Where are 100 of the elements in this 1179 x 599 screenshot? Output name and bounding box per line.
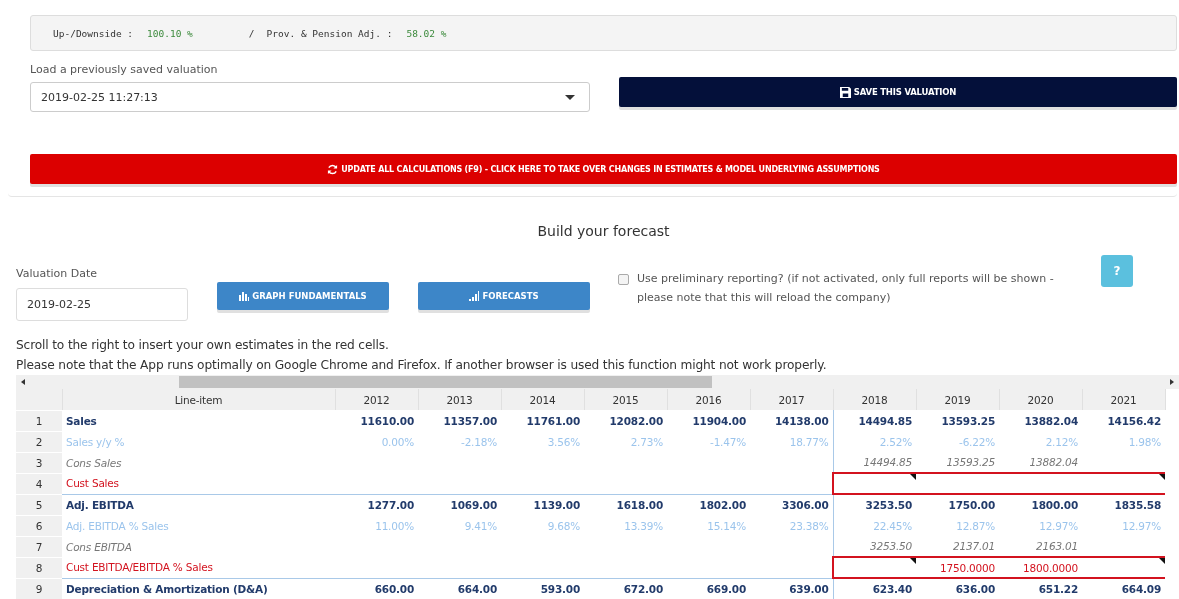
input-cell[interactable] <box>1082 557 1165 578</box>
column-header: 2013 <box>418 389 501 410</box>
table-cell-text: 1.98% <box>1127 434 1162 450</box>
table-cell: 22.45% <box>833 515 916 536</box>
table-cell-text: 12.97% <box>1038 518 1079 534</box>
valuation-dropdown[interactable]: 2019-02-25 11:27:13 <box>30 82 590 112</box>
summary-value: 58.02 % <box>406 27 447 39</box>
row-number: 4 <box>16 473 62 494</box>
horizontal-scrollbar[interactable] <box>16 375 1179 389</box>
update-button[interactable]: UPDATE ALL CALCULATIONS (F9) - CLICK HERE TO TAKE OVER CHANGES IN ESTIMATES & MODEL UNDERLYING ASSUMPTIONS <box>30 154 1177 184</box>
table-cell: 623.40 <box>833 578 916 599</box>
table-cell: 651.22 <box>999 578 1082 599</box>
table-cell: 13593.25 <box>916 410 999 431</box>
table-cell: 1802.00 <box>667 494 750 515</box>
table-cell-text: 12.87% <box>955 518 996 534</box>
row-number: 7 <box>16 536 62 557</box>
row-number: 1 <box>16 410 62 431</box>
input-cell[interactable] <box>833 557 916 578</box>
column-header: 2021 <box>1082 389 1165 410</box>
input-cell[interactable] <box>999 473 1082 494</box>
bar-chart-icon <box>239 291 250 301</box>
column-header: 2017 <box>750 389 833 410</box>
column-header: 2018 <box>833 389 916 410</box>
column-header: 2020 <box>999 389 1082 410</box>
table-cell: 14156.42 <box>1082 410 1165 431</box>
row-number: 3 <box>16 452 62 473</box>
table-cell: 3253.50 <box>833 494 916 515</box>
instruction-text: Please note that the App runs optimally on Google Chrome and Firefox. If another browser is used this function might not work properly. <box>15 357 828 374</box>
table-cell[interactable]: 1750.0000 <box>916 557 999 578</box>
line-item-cell: Cons EBITDA <box>62 536 335 557</box>
separator-text: / <box>248 27 255 39</box>
table-cell: 14138.00 <box>750 410 833 431</box>
table-cell: 1800.00 <box>999 494 1082 515</box>
forecasts-button[interactable]: FORECASTS <box>418 282 590 310</box>
table-cell: 11610.00 <box>335 410 418 431</box>
date-field[interactable]: 2019-02-25 <box>16 288 188 321</box>
table-cell-text: -6.22% <box>958 434 996 450</box>
table-cell: 672.00 <box>584 578 667 599</box>
table-cell[interactable]: 1800.0000 <box>999 557 1082 578</box>
table-cell: 636.00 <box>916 578 999 599</box>
table-cell: 660.00 <box>335 578 418 599</box>
column-header: 2014 <box>501 389 584 410</box>
table-cell-text: 9.68% <box>546 518 581 534</box>
checkbox-label: Use preliminary reporting? (if not activated, only full reports will be shown - please note that this will reload the company) <box>637 271 1055 306</box>
column-header: 2012 <box>335 389 418 410</box>
table-cell-text: 12.97% <box>1121 518 1162 534</box>
table-cell: 1835.58 <box>1082 494 1165 515</box>
table-cell: 13593.25 <box>916 452 999 473</box>
summary-value: 100.10 % <box>147 27 193 39</box>
refresh-icon <box>327 163 339 175</box>
table-cell-text: 3.56% <box>546 434 581 450</box>
summary-label: Up-/Downside : <box>53 27 134 39</box>
table-cell: 13882.04 <box>999 410 1082 431</box>
table-cell-text: 2.73% <box>629 434 664 450</box>
table-cell: 3306.00 <box>750 494 833 515</box>
table-cell: 1139.00 <box>501 494 584 515</box>
table-cell: 11357.00 <box>418 410 501 431</box>
column-header: 2015 <box>584 389 667 410</box>
table-cell-text: 11.00% <box>374 518 415 534</box>
table-cell: 12082.00 <box>584 410 667 431</box>
table-cell: 669.00 <box>667 578 750 599</box>
line-item-cell: Depreciation & Amortization (D&A) <box>62 578 335 599</box>
line-item-cell: Sales y/y % <box>62 431 335 452</box>
input-cell[interactable] <box>833 473 916 494</box>
graph-fundamentals-button[interactable]: GRAPH FUNDAMENTALS <box>217 282 389 310</box>
table-cell: 11761.00 <box>501 410 584 431</box>
line-item-cell: Adj. EBITDA % Sales <box>62 515 335 536</box>
table-cell: 11904.00 <box>667 410 750 431</box>
field-label: Valuation Date <box>16 267 99 280</box>
table-cell-text: -1.47% <box>709 434 747 450</box>
table-cell: 593.00 <box>501 578 584 599</box>
input-cell[interactable] <box>916 473 999 494</box>
save-button[interactable]: SAVE THIS VALUATION <box>619 77 1177 107</box>
table-cell: 639.00 <box>750 578 833 599</box>
input-cell[interactable] <box>1082 473 1165 494</box>
row-number: 5 <box>16 494 62 515</box>
line-item-cell: Cust EBITDA/EBITDA % Sales <box>62 557 335 578</box>
table-cell-text: 15.14% <box>706 518 747 534</box>
table-cell: 664.09 <box>1082 578 1165 599</box>
scroll-thumb[interactable] <box>179 376 712 388</box>
table-cell: 2.52% <box>833 431 916 452</box>
instruction-text: Scroll to the right to insert your own estimates in the red cells. <box>15 337 390 354</box>
table-cell: 2163.01 <box>999 536 1082 557</box>
table-cell: 13882.04 <box>999 452 1082 473</box>
column-header: 2016 <box>667 389 750 410</box>
checkbox[interactable] <box>618 274 629 285</box>
row-number: 8 <box>16 557 62 578</box>
line-item-cell: Cons Sales <box>62 452 335 473</box>
field-label: Load a previously saved valuation <box>30 63 219 76</box>
table-cell-text: 2.12% <box>1044 434 1079 450</box>
row-number: 2 <box>16 431 62 452</box>
scroll-left-icon[interactable] <box>21 379 25 385</box>
table-cell: 14494.85 <box>833 410 916 431</box>
section-title: Build your forecast <box>536 223 671 239</box>
table-cell-text: 13.39% <box>623 518 664 534</box>
table-cell: 1750.00 <box>916 494 999 515</box>
table-cell: 23.38% <box>750 515 833 536</box>
scroll-right-icon[interactable] <box>1170 379 1174 385</box>
row-number: 9 <box>16 578 62 599</box>
table-cell-text: 0.00% <box>380 434 415 450</box>
